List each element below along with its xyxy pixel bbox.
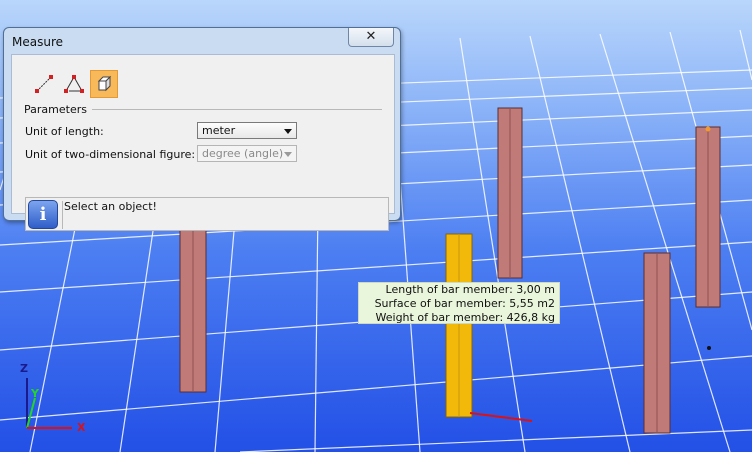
dialog-title: Measure xyxy=(12,35,63,49)
measure-angle-icon xyxy=(64,75,84,93)
separator xyxy=(92,109,382,110)
dialog-body: Parameters Unit of length: meter Unit of… xyxy=(11,54,395,231)
measure-distance-icon xyxy=(35,75,53,93)
info-icon: i xyxy=(28,200,58,229)
measure-distance-button[interactable] xyxy=(30,70,58,98)
info-message: Select an object! xyxy=(64,200,157,213)
z-axis-label: Z xyxy=(20,362,28,375)
info-separator xyxy=(62,201,63,229)
measure-object-icon xyxy=(97,75,112,92)
tooltip-surface: Surface of bar member: 5,55 m2 xyxy=(374,297,555,310)
measure-dialog: Measure ✕ Parameters Unit of length: met… xyxy=(3,27,401,231)
measure-tooltip: Length of bar member: 3,00 m Surface of … xyxy=(358,282,560,324)
chevron-down-icon xyxy=(284,152,292,157)
tooltip-length: Length of bar member: 3,00 m xyxy=(385,283,555,296)
bar-member[interactable] xyxy=(497,107,523,279)
unit-length-label: Unit of length: xyxy=(25,125,104,138)
unit-length-value: meter xyxy=(202,124,236,137)
unit-2d-value: degree (angle) xyxy=(202,147,284,160)
close-button[interactable]: ✕ xyxy=(348,28,394,47)
unit-2d-label: Unit of two-dimensional figure: xyxy=(25,148,196,161)
y-axis-label: Y xyxy=(30,387,40,400)
node-point xyxy=(707,346,711,350)
tooltip-weight: Weight of bar member: 426,8 kg xyxy=(375,311,555,324)
measure-angle-button[interactable] xyxy=(60,70,88,98)
x-axis-label: X xyxy=(77,421,86,434)
measure-object-button[interactable] xyxy=(90,70,118,98)
unit-length-select[interactable]: meter xyxy=(197,122,297,139)
bar-member[interactable] xyxy=(695,126,721,308)
bar-member[interactable] xyxy=(179,204,207,393)
chevron-down-icon xyxy=(284,129,292,134)
title-bar[interactable]: Measure ✕ xyxy=(4,28,400,54)
close-icon: ✕ xyxy=(365,29,377,44)
parameters-label: Parameters xyxy=(24,103,87,116)
info-box: i Select an object! xyxy=(25,197,389,231)
bar-member[interactable] xyxy=(643,252,671,434)
unit-2d-select: degree (angle) xyxy=(197,145,297,162)
axis-indicator: Z Y X xyxy=(20,362,86,434)
